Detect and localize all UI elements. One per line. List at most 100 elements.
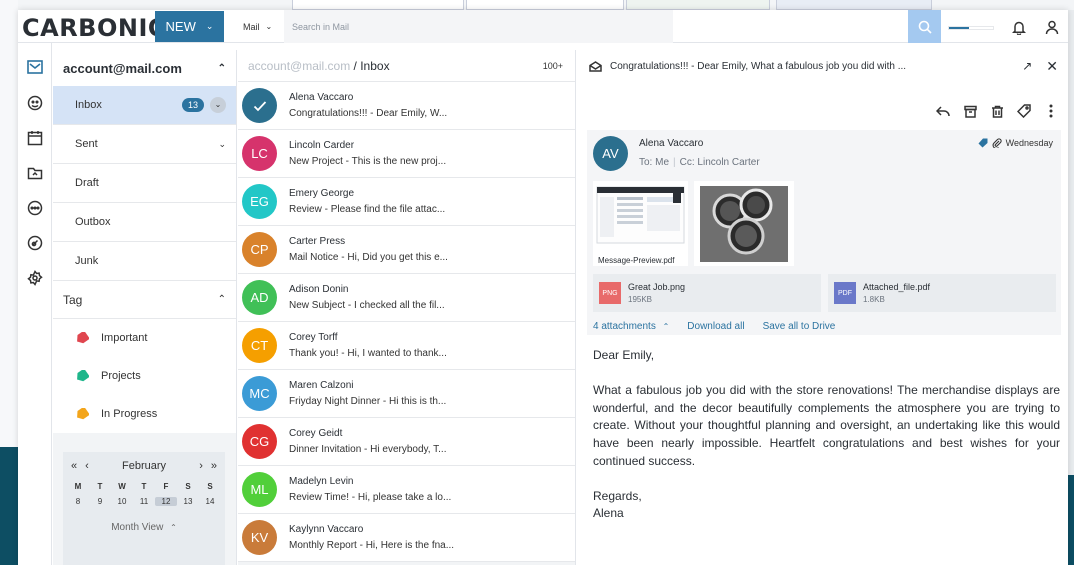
sender-avatar[interactable]: CT bbox=[242, 328, 277, 363]
archive-button[interactable] bbox=[961, 102, 979, 120]
download-all-link[interactable]: Download all bbox=[687, 321, 744, 332]
chevron-up-icon: ⌃ bbox=[170, 523, 177, 532]
next-year-icon[interactable]: » bbox=[211, 460, 217, 472]
attachment-thumbnail-pdf[interactable]: Message-Preview.pdf bbox=[593, 181, 688, 266]
tag-label: In Progress bbox=[101, 408, 158, 420]
message-preview: Hi everybody, T... bbox=[370, 444, 447, 455]
reply-button[interactable] bbox=[934, 102, 952, 120]
attachment-file-pdf[interactable]: PDF Attached_file.pdf 1.8KB bbox=[828, 274, 1056, 312]
message-row[interactable]: KV Kaylynn Vaccaro Monthly Report - Hi, He… bbox=[238, 514, 575, 562]
reply-icon bbox=[936, 106, 950, 117]
rail-files[interactable] bbox=[25, 163, 45, 183]
rail-search[interactable] bbox=[25, 233, 45, 253]
cc-value[interactable]: Lincoln Carter bbox=[697, 157, 759, 168]
chevron-down-icon[interactable]: ⌄ bbox=[210, 97, 226, 113]
tag-section-header[interactable]: Tag ⌃ bbox=[53, 281, 236, 319]
message-row[interactable]: LC Lincoln Carder New Project - This is th… bbox=[238, 130, 575, 178]
weekday: S bbox=[207, 482, 213, 491]
calendar-day-today[interactable]: 12 bbox=[155, 497, 177, 506]
previous-year-icon[interactable]: « bbox=[71, 460, 77, 472]
folder-label: Draft bbox=[75, 177, 99, 189]
message-row[interactable]: AD Adison Donin New Subject - I checked al… bbox=[238, 274, 575, 322]
breadcrumb-account[interactable]: account@mail.com bbox=[248, 59, 350, 73]
attachments-toggle[interactable]: 4 attachments ⌃ bbox=[593, 321, 669, 332]
message-preview: Dear Emily, W... bbox=[376, 108, 448, 119]
attachment-thumbnail-image[interactable] bbox=[694, 181, 794, 266]
message-text: Corey Torff Thank you! - Hi, I wanted to … bbox=[289, 332, 447, 359]
tag-button[interactable] bbox=[1015, 102, 1033, 120]
message-row[interactable]: CP Carter Press Mail Notice - Hi, Did you … bbox=[238, 226, 575, 274]
message-text: Lincoln Carder New Project - This is the … bbox=[289, 140, 446, 167]
new-button[interactable]: NEW ⌄ bbox=[155, 11, 224, 42]
message-preview: Hi, please take a lo... bbox=[357, 492, 452, 503]
save-to-drive-link[interactable]: Save all to Drive bbox=[763, 321, 836, 332]
tag-important[interactable]: Important bbox=[53, 319, 236, 357]
rail-chat[interactable] bbox=[25, 198, 45, 218]
tag-label: Important bbox=[101, 332, 148, 344]
sender-avatar[interactable]: AD bbox=[242, 280, 277, 315]
sender-avatar[interactable]: LC bbox=[242, 136, 277, 171]
calendar-day[interactable]: 13 bbox=[177, 497, 199, 506]
calendar-day[interactable]: 8 bbox=[67, 497, 89, 506]
message-row[interactable]: Alena Vaccaro Congratulations!!! - Dear E… bbox=[238, 82, 575, 130]
to-value[interactable]: Me bbox=[655, 157, 669, 168]
month-view-toggle[interactable]: Month View ⌃ bbox=[63, 522, 225, 533]
next-month-icon[interactable]: › bbox=[199, 460, 203, 472]
more-options-button[interactable] bbox=[1042, 102, 1060, 120]
calendar-day[interactable]: 14 bbox=[199, 497, 221, 506]
message-rows: Alena Vaccaro Congratulations!!! - Dear E… bbox=[238, 82, 575, 562]
calendar-day[interactable]: 10 bbox=[111, 497, 133, 506]
expand-icon[interactable]: ↗ bbox=[1022, 59, 1032, 73]
contacts-icon bbox=[27, 95, 43, 111]
chevron-down-icon[interactable]: ⌄ bbox=[218, 139, 226, 150]
notifications-button[interactable] bbox=[1009, 17, 1029, 37]
carbonio-logo: CARBONIO bbox=[22, 14, 169, 42]
sender-avatar[interactable]: CG bbox=[242, 424, 277, 459]
folder-draft[interactable]: Draft bbox=[53, 164, 236, 203]
search-input[interactable] bbox=[284, 10, 644, 43]
folder-icon bbox=[27, 167, 43, 180]
file-name: Great Job.png bbox=[628, 282, 686, 292]
previous-month-icon[interactable]: ‹ bbox=[85, 460, 89, 472]
message-row[interactable]: EG Emery George Review - Please find the f… bbox=[238, 178, 575, 226]
rail-contacts[interactable] bbox=[25, 93, 45, 113]
rail-mail[interactable] bbox=[25, 57, 45, 77]
sender-name[interactable]: Alena Vaccaro bbox=[639, 138, 703, 149]
folder-outbox[interactable]: Outbox bbox=[53, 203, 236, 242]
account-row[interactable]: account@mail.com ⌃ bbox=[53, 50, 236, 86]
module-selector[interactable]: Mail ⌄ bbox=[234, 10, 284, 43]
message-text: Carter Press Mail Notice - Hi, Did you ge… bbox=[289, 236, 448, 263]
message-row[interactable]: ML Madelyn Levin Review Time! - Hi, please… bbox=[238, 466, 575, 514]
search-button[interactable] bbox=[908, 10, 941, 43]
user-menu-button[interactable] bbox=[1042, 17, 1062, 37]
rail-calendar[interactable] bbox=[25, 128, 45, 148]
message-row[interactable]: CT Corey Torff Thank you! - Hi, I wanted t… bbox=[238, 322, 575, 370]
sender-avatar[interactable]: CP bbox=[242, 232, 277, 267]
folder-sent[interactable]: Sent ⌄ bbox=[53, 125, 236, 164]
search-icon bbox=[918, 20, 932, 34]
message-row[interactable]: CG Corey Geidt Dinner Invitation - Hi ever… bbox=[238, 418, 575, 466]
sender-avatar[interactable]: MC bbox=[242, 376, 277, 411]
message-snippet: Dinner Invitation - Hi everybody, T... bbox=[289, 444, 446, 455]
search-bar bbox=[284, 10, 941, 43]
rail-settings[interactable] bbox=[25, 268, 45, 288]
calendar-day[interactable]: 11 bbox=[133, 497, 155, 506]
sender-avatar[interactable]: EG bbox=[242, 184, 277, 219]
folder-inbox[interactable]: Inbox 13 ⌄ bbox=[53, 86, 236, 125]
attachment-file-png[interactable]: PNG Great Job.png 195KB bbox=[593, 274, 821, 312]
calendar-day[interactable]: 9 bbox=[89, 497, 111, 506]
tag-projects[interactable]: Projects bbox=[53, 357, 236, 395]
tag-in-progress[interactable]: In Progress bbox=[53, 395, 236, 433]
message-row[interactable]: MC Maren Calzoni Friyday Night Dinner - Hi… bbox=[238, 370, 575, 418]
mini-calendar: « ‹ February › » M T W T F S S 8 9 10 11… bbox=[63, 452, 225, 565]
attachment-links: 4 attachments ⌃ Download all Save all to… bbox=[593, 321, 835, 332]
selected-check-avatar[interactable] bbox=[242, 88, 277, 123]
sender-avatar[interactable]: KV bbox=[242, 520, 277, 555]
folder-junk[interactable]: Junk bbox=[53, 242, 236, 281]
sender-avatar[interactable]: ML bbox=[242, 472, 277, 507]
message-text: Emery George Review - Please find the fil… bbox=[289, 188, 445, 215]
body-signoff: Regards, bbox=[593, 488, 642, 503]
delete-button[interactable] bbox=[988, 102, 1006, 120]
close-icon[interactable]: ✕ bbox=[1046, 58, 1058, 75]
user-icon bbox=[1045, 20, 1059, 34]
